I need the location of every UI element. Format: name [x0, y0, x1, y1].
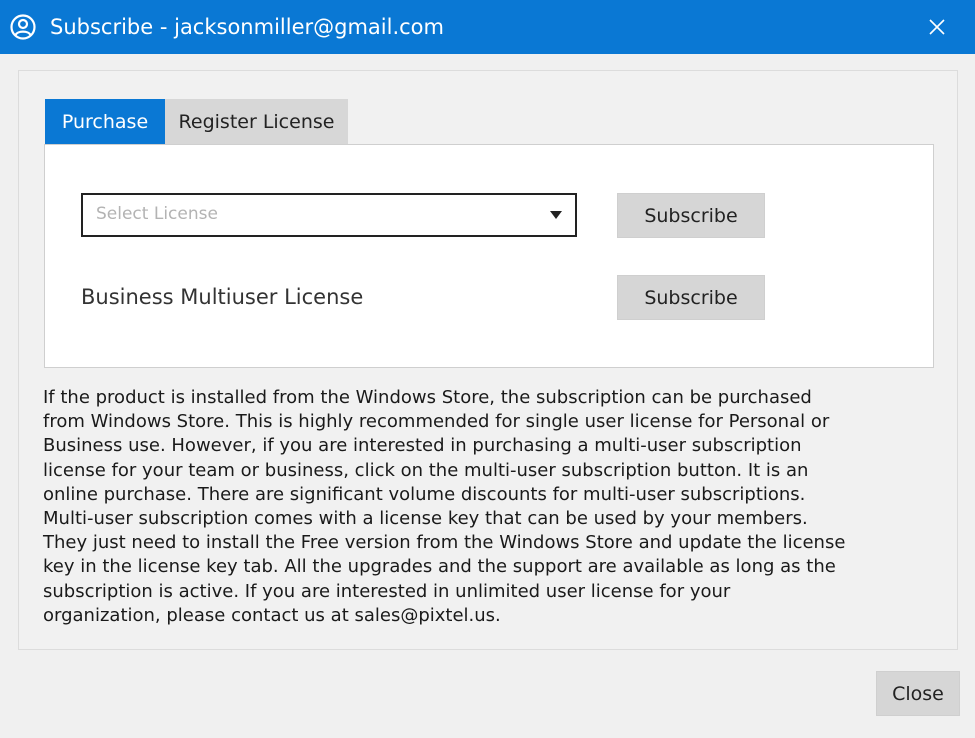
user-circle-icon — [10, 14, 36, 40]
description-text: If the product is installed from the Win… — [43, 387, 846, 626]
dropdown-arrow-icon — [550, 211, 562, 219]
close-button[interactable]: Close — [876, 671, 960, 716]
license-select-placeholder: Select License — [96, 204, 218, 224]
window-title: Subscribe - jacksonmiller@gmail.com — [50, 15, 444, 39]
tab-purchase[interactable]: Purchase — [45, 99, 165, 145]
close-icon[interactable] — [927, 17, 947, 37]
subscribe-button[interactable]: Subscribe — [617, 193, 765, 238]
purchase-tab-panel — [44, 144, 934, 368]
business-subscribe-button[interactable]: Subscribe — [617, 275, 765, 320]
tab-register-license[interactable]: Register License — [165, 99, 348, 145]
business-license-label: Business Multiuser License — [81, 285, 364, 309]
license-select[interactable]: Select License — [81, 193, 577, 237]
title-bar: Subscribe - jacksonmiller@gmail.com — [0, 0, 975, 54]
